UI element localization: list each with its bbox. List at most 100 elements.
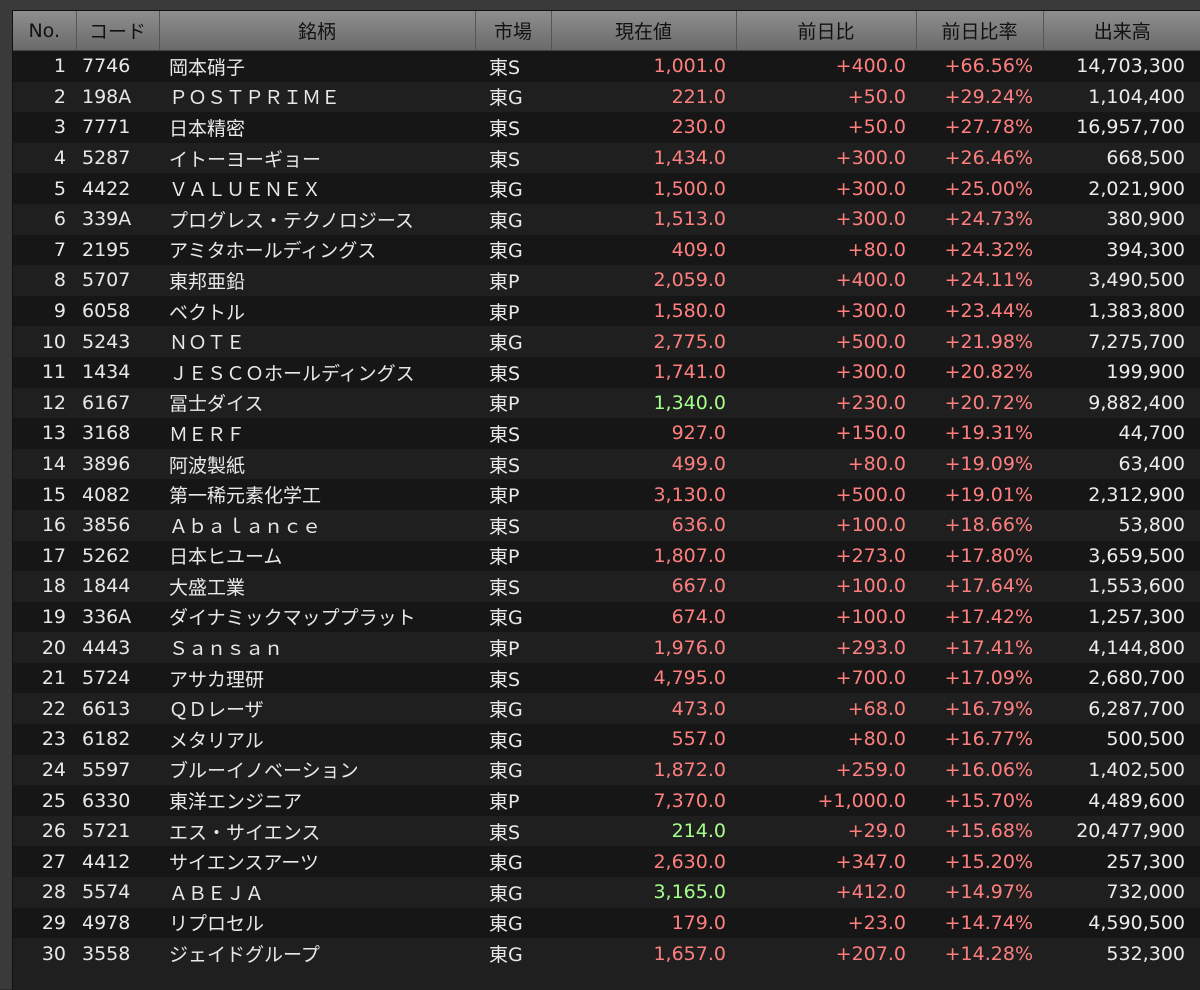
cell-name: 日本精密	[159, 112, 475, 143]
table-row[interactable]: 11 1434 ＪＥＳＣＯホールディングス 東S 1,741.0 +300.0 +20.82…	[13, 356, 1200, 388]
cell-market: 東G	[475, 846, 551, 878]
cell-volume: 14,703,300	[1043, 50, 1200, 82]
table-row[interactable]: 4 5287 イトーヨーギョー 東S 1,434.0 +300.0 +26.46% 668,5…	[13, 142, 1200, 174]
table-row[interactable]: 18 1844 大盛工業 東S 667.0 +100.0 +17.64% 1,553,600	[13, 571, 1200, 602]
cell-rate: +17.64%	[916, 571, 1043, 602]
cell-price: 230.0	[551, 112, 736, 143]
table-row[interactable]: 17 5262 日本ヒユーム 東P 1,807.0 +273.0 +17.80% 3,659,…	[13, 540, 1200, 572]
ranking-table-container: No. コード 銘柄 市場 現在値 前日比 前日比率 出来高 1 7746 岡本硝子…	[12, 10, 1200, 990]
cell-name: エス・サイエンス	[159, 815, 475, 847]
cell-volume: 1,104,400	[1043, 81, 1200, 113]
column-header-market[interactable]: 市場	[475, 11, 552, 51]
cell-name: 阿波製紙	[159, 448, 475, 480]
cell-code: 5243	[76, 326, 159, 357]
table-header-row: No. コード 銘柄 市場 現在値 前日比 前日比率 出来高	[13, 11, 1200, 51]
cell-no: 9	[13, 295, 76, 327]
table-row[interactable]: 20 4443 Ｓａｎｓａｎ 東P 1,976.0 +293.0 +17.41% 4,144,…	[13, 632, 1200, 663]
cell-name: リプロセル	[159, 907, 475, 939]
table-row[interactable]: 13 3168 ＭＥＲＦ 東S 927.0 +150.0 +19.31% 44,700	[13, 418, 1200, 449]
cell-change: +400.0	[736, 265, 916, 296]
table-row[interactable]: 3 7771 日本精密 東S 230.0 +50.0 +27.78% 16,957,700	[13, 112, 1200, 143]
cell-volume: 1,383,800	[1043, 295, 1200, 327]
table-row[interactable]: 28 5574 ＡＢＥＪＡ 東G 3,165.0 +412.0 +14.97% 732,000	[13, 877, 1200, 908]
table-row[interactable]: 2 198A ＰＯＳＴＰＲＩＭＥ 東G 221.0 +50.0 +29.24% 1,104,4…	[13, 81, 1200, 113]
table-row[interactable]: 6 339A プログレス・テクノロジース 東G 1,513.0 +300.0 +24.73%…	[13, 203, 1200, 235]
column-header-rate[interactable]: 前日比率	[916, 11, 1044, 51]
cell-price: 1,001.0	[551, 50, 736, 82]
table-row[interactable]: 27 4412 サイエンスアーツ 東G 2,630.0 +347.0 +15.20% 257,…	[13, 846, 1200, 878]
table-row[interactable]: 5 4422 ＶＡＬＵＥＮＥＸ 東G 1,500.0 +300.0 +25.00% 2,021…	[13, 173, 1200, 204]
table-row[interactable]: 26 5721 エス・サイエンス 東S 214.0 +29.0 +15.68% 20,477,…	[13, 815, 1200, 847]
cell-volume: 4,489,600	[1043, 785, 1200, 816]
cell-market: 東G	[475, 754, 551, 786]
cell-name: 東邦亜鉛	[159, 265, 475, 296]
table-row[interactable]: 30 3558 ジェイドグループ 東G 1,657.0 +207.0 +14.28% 532,…	[13, 938, 1200, 969]
cell-price: 927.0	[551, 418, 736, 449]
column-header-code[interactable]: コード	[76, 11, 160, 51]
column-header-change[interactable]: 前日比	[736, 11, 917, 51]
cell-volume: 44,700	[1043, 418, 1200, 449]
cell-change: +293.0	[736, 632, 916, 663]
cell-market: 東G	[475, 326, 551, 357]
cell-name: 大盛工業	[159, 571, 475, 602]
cell-volume: 4,144,800	[1043, 632, 1200, 663]
cell-no: 1	[13, 50, 76, 82]
table-row[interactable]: 9 6058 ベクトル 東P 1,580.0 +300.0 +23.44% 1,383,800	[13, 295, 1200, 327]
cell-volume: 63,400	[1043, 448, 1200, 480]
cell-code: 1844	[76, 571, 159, 602]
cell-price: 1,434.0	[551, 142, 736, 174]
column-header-no[interactable]: No.	[13, 11, 77, 51]
cell-code: 5724	[76, 662, 159, 694]
table-row[interactable]: 15 4082 第一稀元素化学工 東P 3,130.0 +500.0 +19.01% 2,31…	[13, 479, 1200, 510]
cell-change: +29.0	[736, 815, 916, 847]
cell-price: 1,741.0	[551, 356, 736, 388]
cell-no: 23	[13, 724, 76, 755]
table-row[interactable]: 25 6330 東洋エンジニア 東P 7,370.0 +1,000.0 +15.70% 4,4…	[13, 785, 1200, 816]
cell-code: 6058	[76, 295, 159, 327]
cell-change: +23.0	[736, 907, 916, 939]
cell-change: +80.0	[736, 724, 916, 755]
table-row[interactable]: 8 5707 東邦亜鉛 東P 2,059.0 +400.0 +24.11% 3,490,500	[13, 265, 1200, 296]
cell-market: 東S	[475, 50, 551, 82]
cell-no: 18	[13, 571, 76, 602]
cell-code: 4422	[76, 173, 159, 204]
table-row[interactable]: 23 6182 メタリアル 東G 557.0 +80.0 +16.77% 500,500	[13, 724, 1200, 755]
table-row[interactable]: 16 3856 Ａｂａｌａｎｃｅ 東S 636.0 +100.0 +18.66% 53,800	[13, 509, 1200, 541]
cell-no: 14	[13, 448, 76, 480]
cell-change: +400.0	[736, 50, 916, 82]
cell-market: 東P	[475, 632, 551, 663]
cell-change: +50.0	[736, 112, 916, 143]
table-row[interactable]: 14 3896 阿波製紙 東S 499.0 +80.0 +19.09% 63,400	[13, 448, 1200, 480]
cell-rate: +16.06%	[916, 754, 1043, 786]
column-header-volume[interactable]: 出来高	[1043, 11, 1200, 51]
cell-volume: 2,312,900	[1043, 479, 1200, 510]
table-row[interactable]: 22 6613 ＱＤレーザ 東G 473.0 +68.0 +16.79% 6,287,700	[13, 693, 1200, 725]
cell-change: +300.0	[736, 173, 916, 204]
cell-no: 20	[13, 632, 76, 663]
table-row[interactable]: 12 6167 冨士ダイス 東P 1,340.0 +230.0 +20.72% 9,882,4…	[13, 387, 1200, 419]
cell-volume: 394,300	[1043, 234, 1200, 266]
table-row[interactable]: 21 5724 アサカ理研 東S 4,795.0 +700.0 +17.09% 2,680,7…	[13, 662, 1200, 694]
cell-rate: +17.80%	[916, 540, 1043, 572]
column-header-name[interactable]: 銘柄	[159, 11, 476, 51]
cell-name: メタリアル	[159, 724, 475, 755]
cell-volume: 3,490,500	[1043, 265, 1200, 296]
cell-market: 東S	[475, 815, 551, 847]
column-header-price[interactable]: 現在値	[551, 11, 737, 51]
table-row[interactable]: 1 7746 岡本硝子 東S 1,001.0 +400.0 +66.56% 14,703,30…	[13, 50, 1200, 82]
cell-no: 2	[13, 81, 76, 113]
cell-code: 5721	[76, 815, 159, 847]
cell-price: 409.0	[551, 234, 736, 266]
table-row[interactable]: 19 336A ダイナミックマッププラット 東G 674.0 +100.0 +17.42% 1…	[13, 601, 1200, 633]
cell-code: 336A	[76, 601, 159, 633]
cell-volume: 6,287,700	[1043, 693, 1200, 725]
table-row[interactable]: 7 2195 アミタホールディングス 東G 409.0 +80.0 +24.32% 394,3…	[13, 234, 1200, 266]
cell-price: 179.0	[551, 907, 736, 939]
cell-name: プログレス・テクノロジース	[159, 203, 475, 235]
cell-price: 221.0	[551, 81, 736, 113]
table-row[interactable]: 24 5597 ブルーイノベーション 東G 1,872.0 +259.0 +16.06% 1,…	[13, 754, 1200, 786]
cell-market: 東G	[475, 693, 551, 725]
table-row[interactable]: 29 4978 リプロセル 東G 179.0 +23.0 +14.74% 4,590,500	[13, 907, 1200, 939]
table-row[interactable]: 10 5243 ＮＯＴＥ 東G 2,775.0 +500.0 +21.98% 7,275,70…	[13, 326, 1200, 357]
cell-market: 東S	[475, 356, 551, 388]
